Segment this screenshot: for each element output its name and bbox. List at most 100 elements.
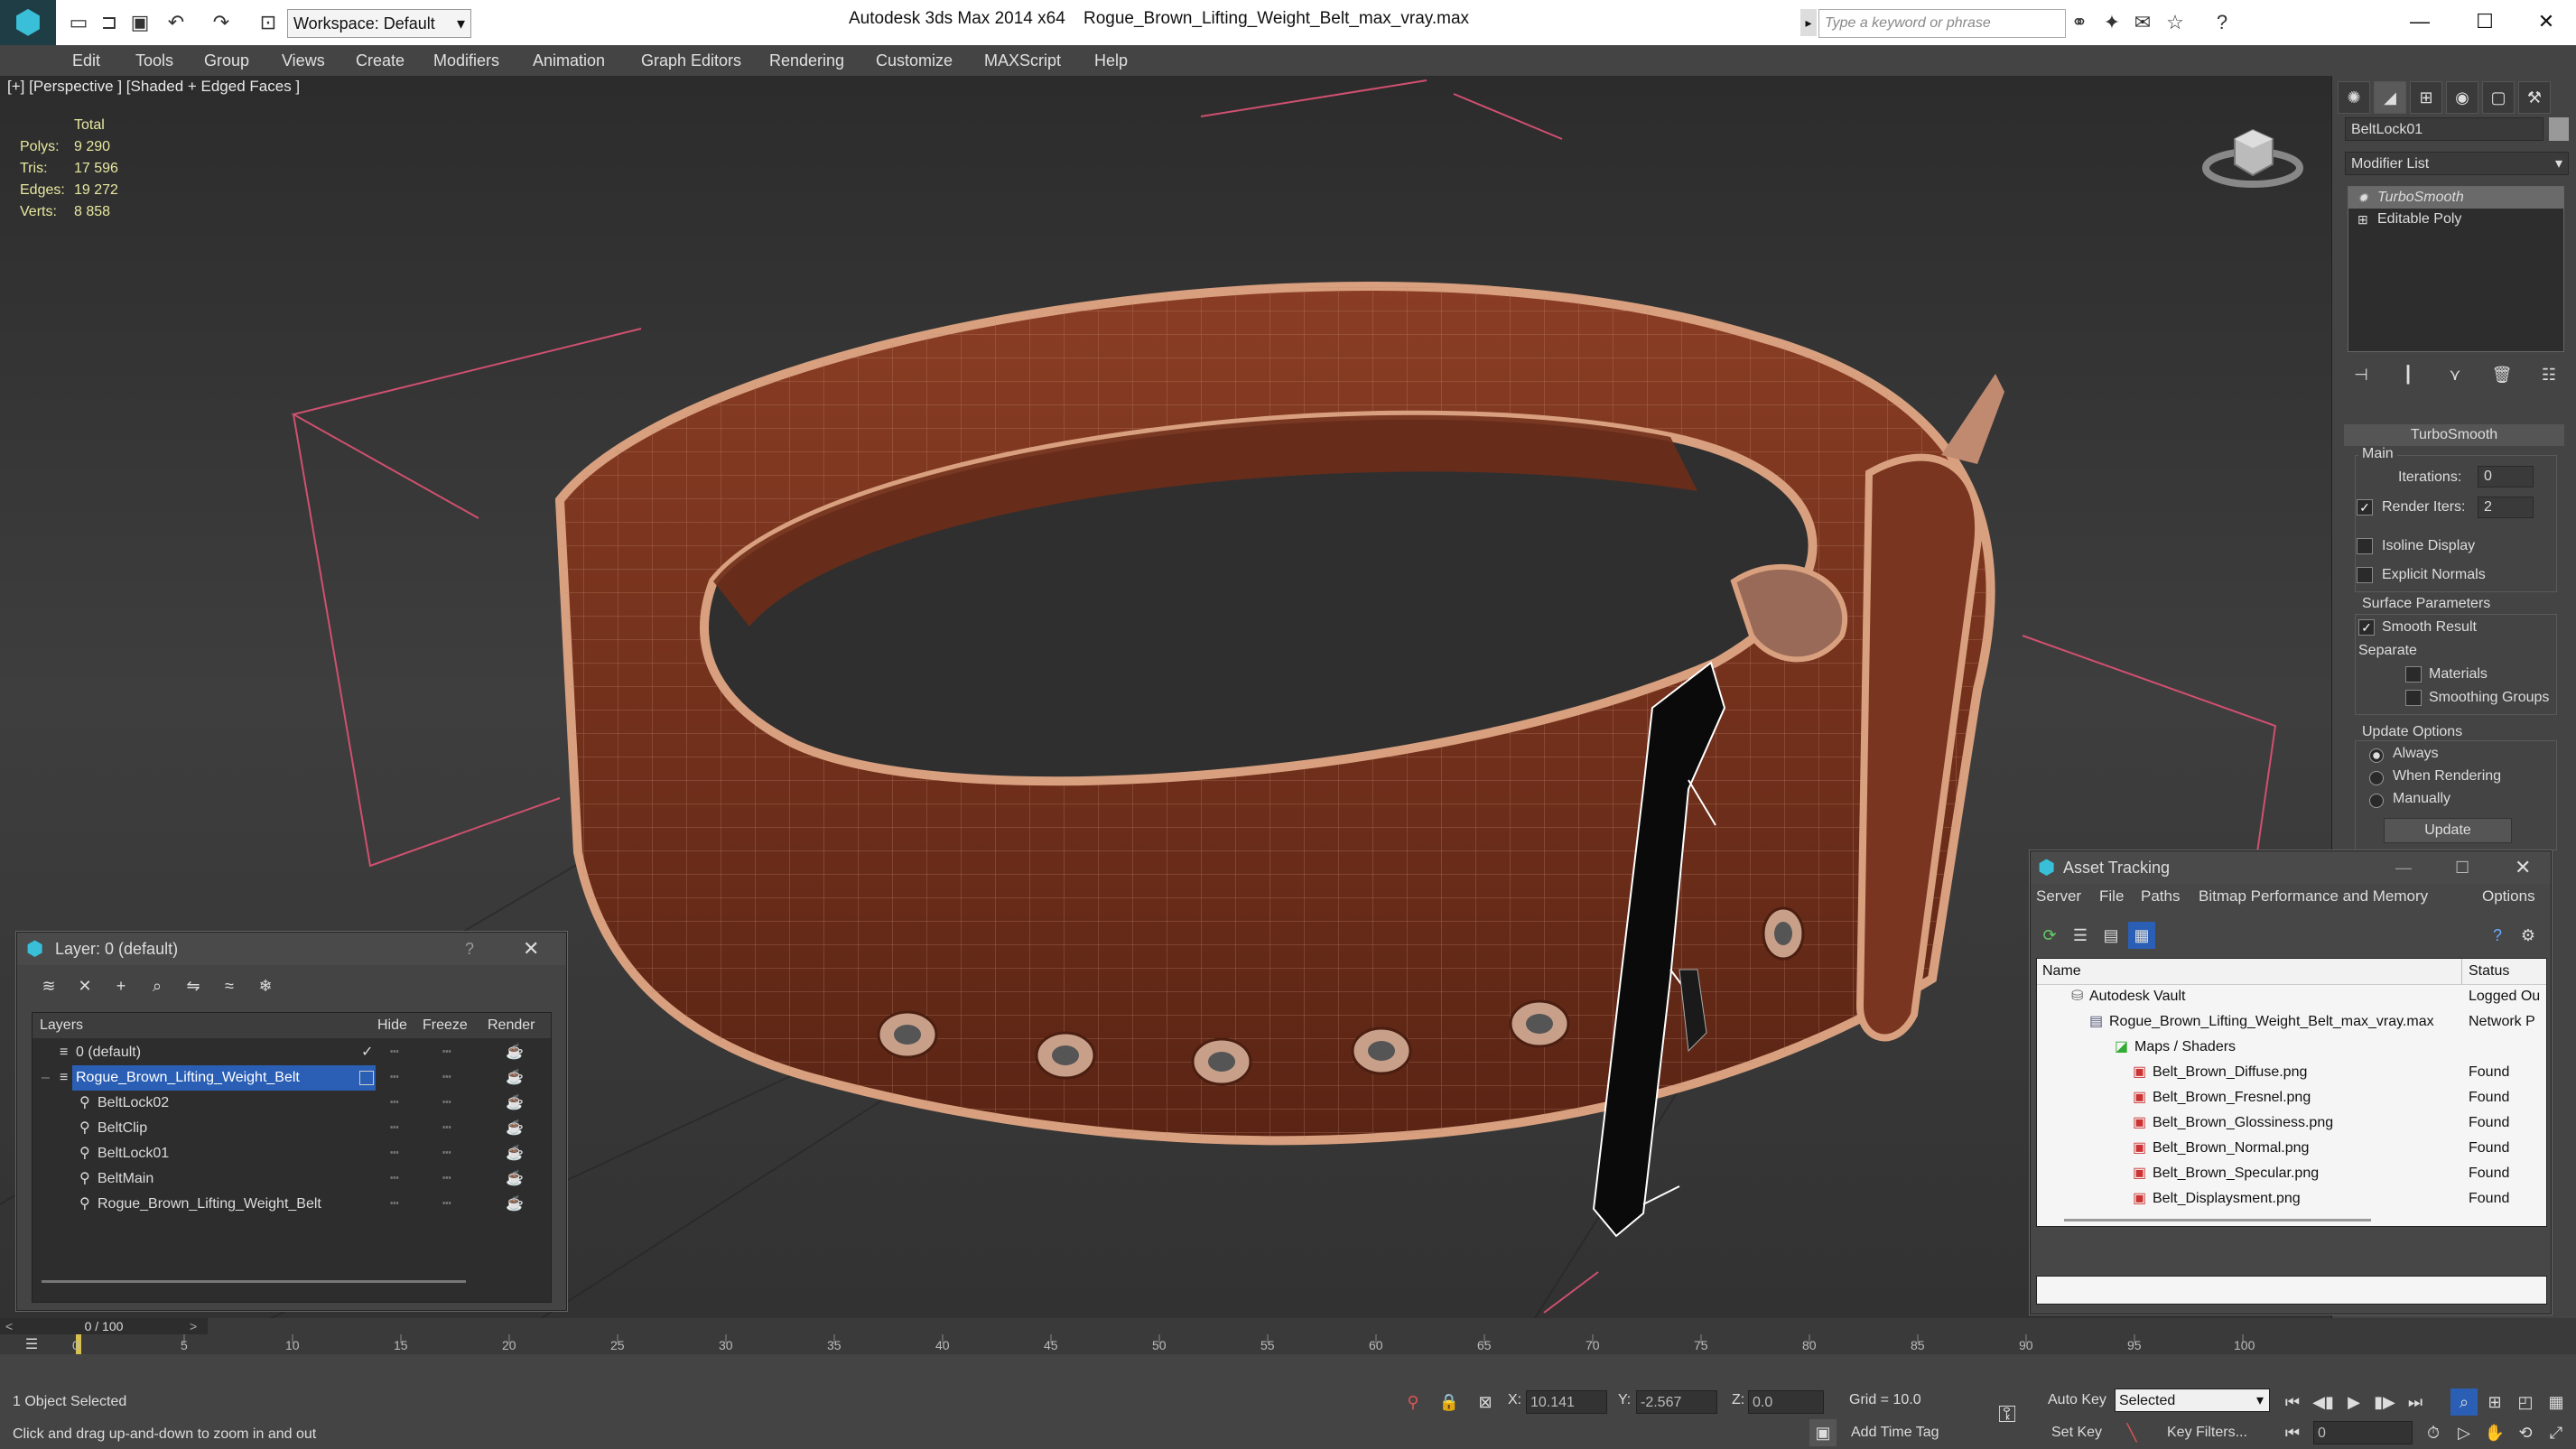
z-coordinate-field[interactable]: 0.0: [1748, 1390, 1824, 1414]
x-coordinate-field[interactable]: 10.141: [1526, 1390, 1607, 1414]
explicit-normals-checkbox[interactable]: [2357, 567, 2373, 583]
field-of-view-icon[interactable]: ▷: [2450, 1419, 2478, 1446]
freeze-toggle[interactable]: ┅: [442, 1116, 451, 1141]
isoline-checkbox[interactable]: [2357, 538, 2373, 554]
collapse-icon[interactable]: –: [42, 1065, 50, 1091]
always-radio[interactable]: [2369, 748, 2384, 764]
stack-item-editable-poly[interactable]: ⊞ Editable Poly: [2348, 209, 2563, 230]
menu-edit[interactable]: Edit: [72, 45, 100, 76]
show-end-result-icon[interactable]: ┃: [2395, 361, 2422, 388]
freeze-toggle[interactable]: ┅: [442, 1141, 451, 1166]
current-layer-box[interactable]: [359, 1071, 374, 1085]
project-folder-icon[interactable]: ⊡: [253, 7, 284, 38]
asset-menu-server[interactable]: Server: [2036, 887, 2081, 906]
menu-customize[interactable]: Customize: [876, 45, 953, 76]
refresh-icon[interactable]: ⟳: [2036, 922, 2063, 949]
menu-create[interactable]: Create: [356, 45, 405, 76]
display-tab-icon[interactable]: ▢: [2482, 81, 2515, 114]
hide-all-icon[interactable]: ≈: [216, 972, 243, 999]
y-coordinate-field[interactable]: -2.567: [1636, 1390, 1717, 1414]
render-teapot-icon[interactable]: ☕: [506, 1141, 524, 1166]
render-teapot-icon[interactable]: ☕: [506, 1091, 524, 1116]
menu-group[interactable]: Group: [204, 45, 249, 76]
col-render[interactable]: Render: [488, 1013, 535, 1038]
auto-key-button[interactable]: Auto Key: [2048, 1392, 2106, 1408]
new-file-icon[interactable]: ▭: [63, 7, 94, 38]
smooth-result-checkbox[interactable]: ✓: [2358, 619, 2375, 636]
go-to-start-icon[interactable]: ⏮: [2279, 1389, 2306, 1416]
zoom-extents-all-icon[interactable]: ▦: [2543, 1389, 2570, 1416]
viewcube-icon[interactable]: [2199, 112, 2307, 193]
settings-icon[interactable]: ⚙: [2515, 922, 2542, 949]
set-key-filter-icon[interactable]: ╲: [2118, 1419, 2145, 1446]
menu-tools[interactable]: Tools: [135, 45, 173, 76]
render-teapot-icon[interactable]: ☕: [506, 1192, 524, 1217]
manually-radio[interactable]: [2369, 793, 2384, 809]
lightbulb-icon[interactable]: ✹: [2357, 187, 2368, 209]
make-unique-icon[interactable]: ⋎: [2441, 361, 2469, 388]
col-freeze[interactable]: Freeze: [423, 1013, 468, 1038]
highlight-layer-icon[interactable]: ⇋: [180, 972, 207, 999]
go-to-end-icon[interactable]: ⏭: [2402, 1389, 2429, 1416]
zoom-all-icon[interactable]: ⊞: [2481, 1389, 2508, 1416]
undo-icon[interactable]: ↶: [161, 7, 191, 38]
layer-row[interactable]: ⚲ BeltLock01 ┅ ┅ ☕: [33, 1141, 551, 1166]
menu-help[interactable]: Help: [1094, 45, 1128, 76]
zoom-extents-icon[interactable]: ◰: [2512, 1389, 2539, 1416]
freeze-toggle[interactable]: ┅: [442, 1192, 451, 1217]
freeze-toggle[interactable]: ┅: [442, 1065, 451, 1091]
hide-toggle[interactable]: ┅: [390, 1166, 399, 1192]
communication-icon[interactable]: ✉: [2127, 7, 2158, 38]
column-divider[interactable]: [2461, 959, 2462, 984]
asset-row[interactable]: ▣ Belt_Displaysment.png Found: [2037, 1186, 2546, 1212]
maximize-icon[interactable]: ☐: [2455, 851, 2469, 884]
close-icon[interactable]: ✕: [2519, 5, 2573, 38]
help-icon[interactable]: ?: [2484, 922, 2511, 949]
workspace-dropdown[interactable]: Workspace: Default ▾: [287, 9, 471, 38]
freeze-toggle[interactable]: ┅: [442, 1040, 451, 1065]
stack-item-turbosmooth[interactable]: ✹ TurboSmooth: [2348, 187, 2563, 209]
favorites-star-icon[interactable]: ☆: [2160, 7, 2190, 38]
lock-selection-icon[interactable]: 🔒: [1436, 1389, 1463, 1416]
freeze-toggle[interactable]: ┅: [442, 1091, 451, 1116]
pan-icon[interactable]: ✋: [2481, 1419, 2508, 1446]
asset-row[interactable]: ▣ Belt_Brown_Fresnel.png Found: [2037, 1085, 2546, 1110]
play-icon[interactable]: ▶: [2340, 1389, 2367, 1416]
layer-row[interactable]: ⚲ BeltLock02 ┅ ┅ ☕: [33, 1091, 551, 1116]
hide-toggle[interactable]: ┅: [390, 1065, 399, 1091]
chevron-right-icon[interactable]: >: [190, 1318, 197, 1334]
asset-panel-titlebar[interactable]: ⬢ Asset Tracking — ☐ ✕: [2031, 851, 2551, 884]
table-view-icon[interactable]: ▦: [2128, 922, 2155, 949]
render-teapot-icon[interactable]: ☕: [506, 1116, 524, 1141]
remove-modifier-icon[interactable]: 🗑: [2488, 361, 2516, 388]
orbit-icon[interactable]: ⟲: [2512, 1419, 2539, 1446]
asset-menu-options[interactable]: Options: [2482, 887, 2535, 906]
layer-row[interactable]: ⚲ BeltClip ┅ ┅ ☕: [33, 1116, 551, 1141]
timeline[interactable]: <0 / 100 > ☰ 0 5 10 15 20 25 30 35 40 45 …: [0, 1318, 2576, 1354]
asset-row[interactable]: ▣ Belt_Brown_Specular.png Found: [2037, 1161, 2546, 1186]
render-teapot-icon[interactable]: ☕: [506, 1040, 524, 1065]
modifier-list-dropdown[interactable]: Modifier List ▾: [2345, 152, 2569, 175]
add-selection-icon[interactable]: +: [107, 972, 135, 999]
col-status[interactable]: Status: [2469, 959, 2509, 984]
binoculars-icon[interactable]: ⚭: [2064, 7, 2095, 38]
asset-row[interactable]: ▣ Belt_Brown_Diffuse.png Found: [2037, 1060, 2546, 1085]
when-rendering-radio[interactable]: [2369, 770, 2384, 786]
asset-menu-file[interactable]: File: [2099, 887, 2124, 906]
expand-plus-icon[interactable]: ⊞: [2357, 209, 2368, 230]
previous-frame-icon[interactable]: ◀▮: [2310, 1389, 2337, 1416]
open-file-icon[interactable]: ⊐: [94, 7, 125, 38]
minimize-icon[interactable]: —: [2393, 5, 2447, 38]
asset-row[interactable]: ▤ Rogue_Brown_Lifting_Weight_Belt_max_vr…: [2037, 1009, 2546, 1035]
hide-toggle[interactable]: ┅: [390, 1141, 399, 1166]
maximize-viewport-icon[interactable]: ⤢: [2543, 1419, 2570, 1446]
time-config-icon[interactable]: ⏱: [2420, 1419, 2447, 1446]
add-time-tag[interactable]: Add Time Tag: [1851, 1425, 1939, 1441]
thumbnail-view-icon[interactable]: ▤: [2097, 922, 2125, 949]
horizontal-scrollbar[interactable]: [42, 1280, 466, 1283]
menu-animation[interactable]: Animation: [533, 45, 605, 76]
select-objects-icon[interactable]: ⌕: [144, 972, 171, 999]
pin-stack-icon[interactable]: ⊣: [2348, 361, 2375, 388]
list-view-icon[interactable]: ☰: [2067, 922, 2094, 949]
menu-views[interactable]: Views: [282, 45, 325, 76]
